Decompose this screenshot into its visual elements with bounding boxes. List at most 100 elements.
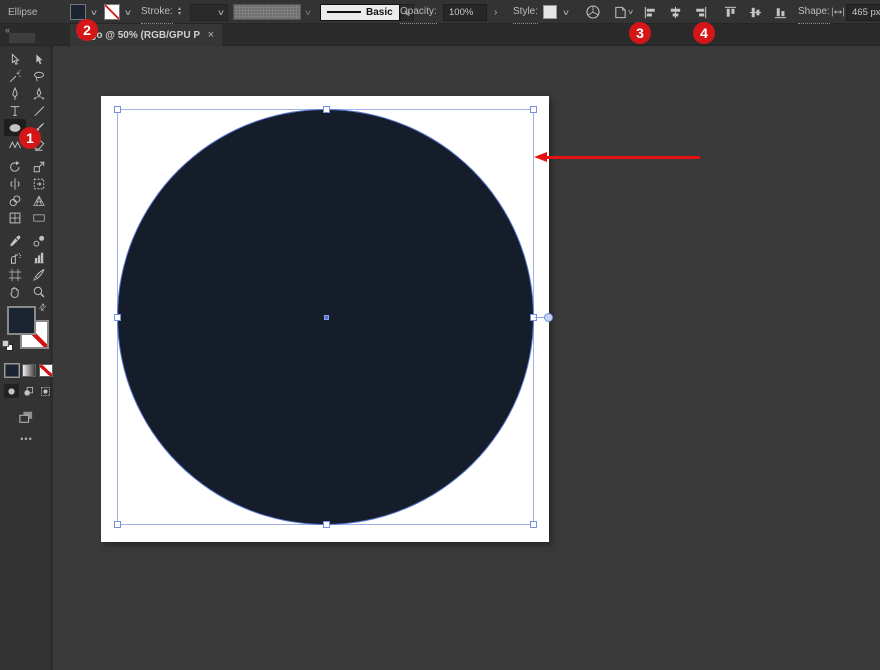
rotate-tool[interactable] bbox=[4, 158, 26, 175]
align-horizontal-left-button[interactable] bbox=[643, 0, 658, 24]
annotation-badge-1: 1 bbox=[19, 127, 41, 149]
pie-angle-widget[interactable] bbox=[544, 313, 553, 322]
align-horizontal-center-icon bbox=[668, 5, 683, 20]
draw-normal-icon bbox=[6, 386, 17, 397]
artboard-tool[interactable] bbox=[4, 266, 26, 283]
screen-mode-icon bbox=[18, 410, 34, 424]
shape-panel-link[interactable]: Shape: bbox=[798, 0, 830, 24]
handle-bottom-left[interactable] bbox=[114, 521, 121, 528]
direct-selection-tool[interactable] bbox=[28, 51, 50, 68]
handle-top-left[interactable] bbox=[114, 106, 121, 113]
default-fill-stroke-icon[interactable] bbox=[2, 340, 13, 351]
width-profile-dropdown-disabled bbox=[233, 4, 301, 20]
stroke-weight-chevron-down-icon[interactable]: ∨ bbox=[217, 8, 225, 17]
align-vertical-top-icon bbox=[723, 5, 738, 20]
align-vertical-bottom-button[interactable] bbox=[773, 0, 788, 24]
document-options-button[interactable]: ∨ bbox=[613, 0, 633, 24]
opacity-panel-link[interactable]: Opacity: bbox=[400, 0, 437, 24]
handle-middle-left[interactable] bbox=[114, 314, 121, 321]
opacity-submenu-arrow-icon[interactable]: › bbox=[494, 0, 497, 24]
draw-normal-button[interactable] bbox=[4, 384, 19, 398]
align-horizontal-left-icon bbox=[643, 5, 658, 20]
control-bar: Ellipse ∨ ∨ Stroke: ▴ ▾ ∨ ∨ Basic ∨ Opac… bbox=[0, 0, 880, 24]
free-transform-tool[interactable] bbox=[28, 175, 50, 192]
handle-top-center[interactable] bbox=[323, 106, 330, 113]
toolbar-panel-grip[interactable] bbox=[9, 33, 35, 43]
selection-bounding-box bbox=[117, 109, 534, 525]
pen-tool[interactable] bbox=[4, 85, 26, 102]
mesh-tool[interactable] bbox=[4, 209, 26, 226]
recolor-artwork-icon bbox=[585, 4, 601, 20]
annotation-badge-4: 4 bbox=[693, 22, 715, 44]
stroke-chevron-down-icon[interactable]: ∨ bbox=[124, 8, 132, 17]
blend-tool[interactable] bbox=[28, 232, 50, 249]
perspective-grid-tool[interactable] bbox=[28, 192, 50, 209]
align-horizontal-center-button[interactable] bbox=[668, 0, 683, 24]
tab-close-icon[interactable]: × bbox=[208, 29, 214, 41]
draw-inside-button[interactable] bbox=[38, 384, 53, 398]
fill-chevron-down-icon[interactable]: ∨ bbox=[90, 8, 98, 17]
canvas-area[interactable] bbox=[56, 46, 880, 670]
draw-inside-icon bbox=[40, 386, 51, 397]
brush-definition-dropdown[interactable]: Basic bbox=[320, 4, 400, 21]
lasso-tool[interactable] bbox=[28, 68, 50, 85]
opacity-field[interactable]: 100% bbox=[443, 4, 487, 21]
align-vertical-bottom-icon bbox=[773, 5, 788, 20]
swap-fill-stroke-icon[interactable]: ⇄ bbox=[36, 301, 49, 314]
tab-bar: « Logo @ 50% (RGB/GPU Preview) × bbox=[0, 24, 880, 46]
slice-tool[interactable] bbox=[28, 266, 50, 283]
align-vertical-top-button[interactable] bbox=[723, 0, 738, 24]
style-chevron-down-icon[interactable]: ∨ bbox=[562, 8, 570, 17]
color-button[interactable] bbox=[5, 364, 19, 377]
document-options-chevron-down-icon: ∨ bbox=[627, 8, 634, 16]
annotation-arrow bbox=[534, 152, 704, 164]
brush-name-label: Basic bbox=[366, 7, 393, 18]
document-icon bbox=[613, 5, 628, 20]
shape-width-field[interactable]: 465 px bbox=[846, 4, 880, 21]
paint-mode-buttons bbox=[5, 364, 53, 377]
style-panel-link[interactable]: Style: bbox=[513, 0, 538, 24]
context-label: Ellipse bbox=[8, 0, 37, 24]
magic-wand-tool[interactable] bbox=[4, 68, 26, 85]
align-vertical-center-button[interactable] bbox=[748, 0, 763, 24]
scale-tool[interactable] bbox=[28, 158, 50, 175]
shape-builder-tool[interactable] bbox=[4, 192, 26, 209]
curvature-tool[interactable] bbox=[28, 85, 50, 102]
width-tool[interactable] bbox=[4, 175, 26, 192]
line-segment-tool[interactable] bbox=[28, 102, 50, 119]
drawing-mode-buttons bbox=[4, 384, 53, 398]
align-horizontal-right-button[interactable] bbox=[693, 0, 708, 24]
align-horizontal-right-icon bbox=[693, 5, 708, 20]
hand-tool[interactable] bbox=[4, 283, 26, 300]
recolor-artwork-button[interactable] bbox=[585, 0, 601, 24]
shape-center-point[interactable] bbox=[324, 315, 329, 320]
fill-swatch-large[interactable] bbox=[7, 306, 36, 335]
align-vertical-center-icon bbox=[748, 5, 763, 20]
stroke-color-swatch[interactable] bbox=[104, 4, 120, 20]
handle-bottom-right[interactable] bbox=[530, 521, 537, 528]
change-screen-mode-button[interactable] bbox=[15, 408, 37, 426]
edit-toolbar-ellipsis[interactable]: ••• bbox=[0, 434, 53, 444]
stepper-down-icon[interactable]: ▾ bbox=[178, 12, 181, 17]
gradient-tool[interactable] bbox=[28, 209, 50, 226]
draw-behind-icon bbox=[23, 386, 34, 397]
handle-bottom-center[interactable] bbox=[323, 521, 330, 528]
gradient-button[interactable] bbox=[22, 364, 36, 377]
type-tool[interactable] bbox=[4, 102, 26, 119]
draw-behind-button[interactable] bbox=[21, 384, 36, 398]
zoom-tool[interactable] bbox=[28, 283, 50, 300]
eyedropper-tool[interactable] bbox=[4, 232, 26, 249]
column-graph-tool[interactable] bbox=[28, 249, 50, 266]
fill-stroke-indicator: ⇄ bbox=[0, 304, 53, 360]
symbol-sprayer-tool[interactable] bbox=[4, 249, 26, 266]
stroke-panel-link[interactable]: Stroke: bbox=[141, 0, 173, 24]
width-profile-chevron-down-icon: ∨ bbox=[304, 8, 312, 17]
fill-color-swatch[interactable] bbox=[70, 4, 86, 20]
graphic-style-swatch[interactable] bbox=[543, 5, 557, 19]
illustrator-window: Ellipse ∨ ∨ Stroke: ▴ ▾ ∨ ∨ Basic ∨ Opac… bbox=[0, 0, 880, 670]
none-button[interactable] bbox=[39, 364, 53, 377]
stroke-weight-stepper[interactable]: ▴ ▾ bbox=[178, 7, 181, 17]
handle-top-right[interactable] bbox=[530, 106, 537, 113]
selection-tool[interactable] bbox=[4, 51, 26, 68]
brush-stroke-preview bbox=[327, 11, 361, 13]
